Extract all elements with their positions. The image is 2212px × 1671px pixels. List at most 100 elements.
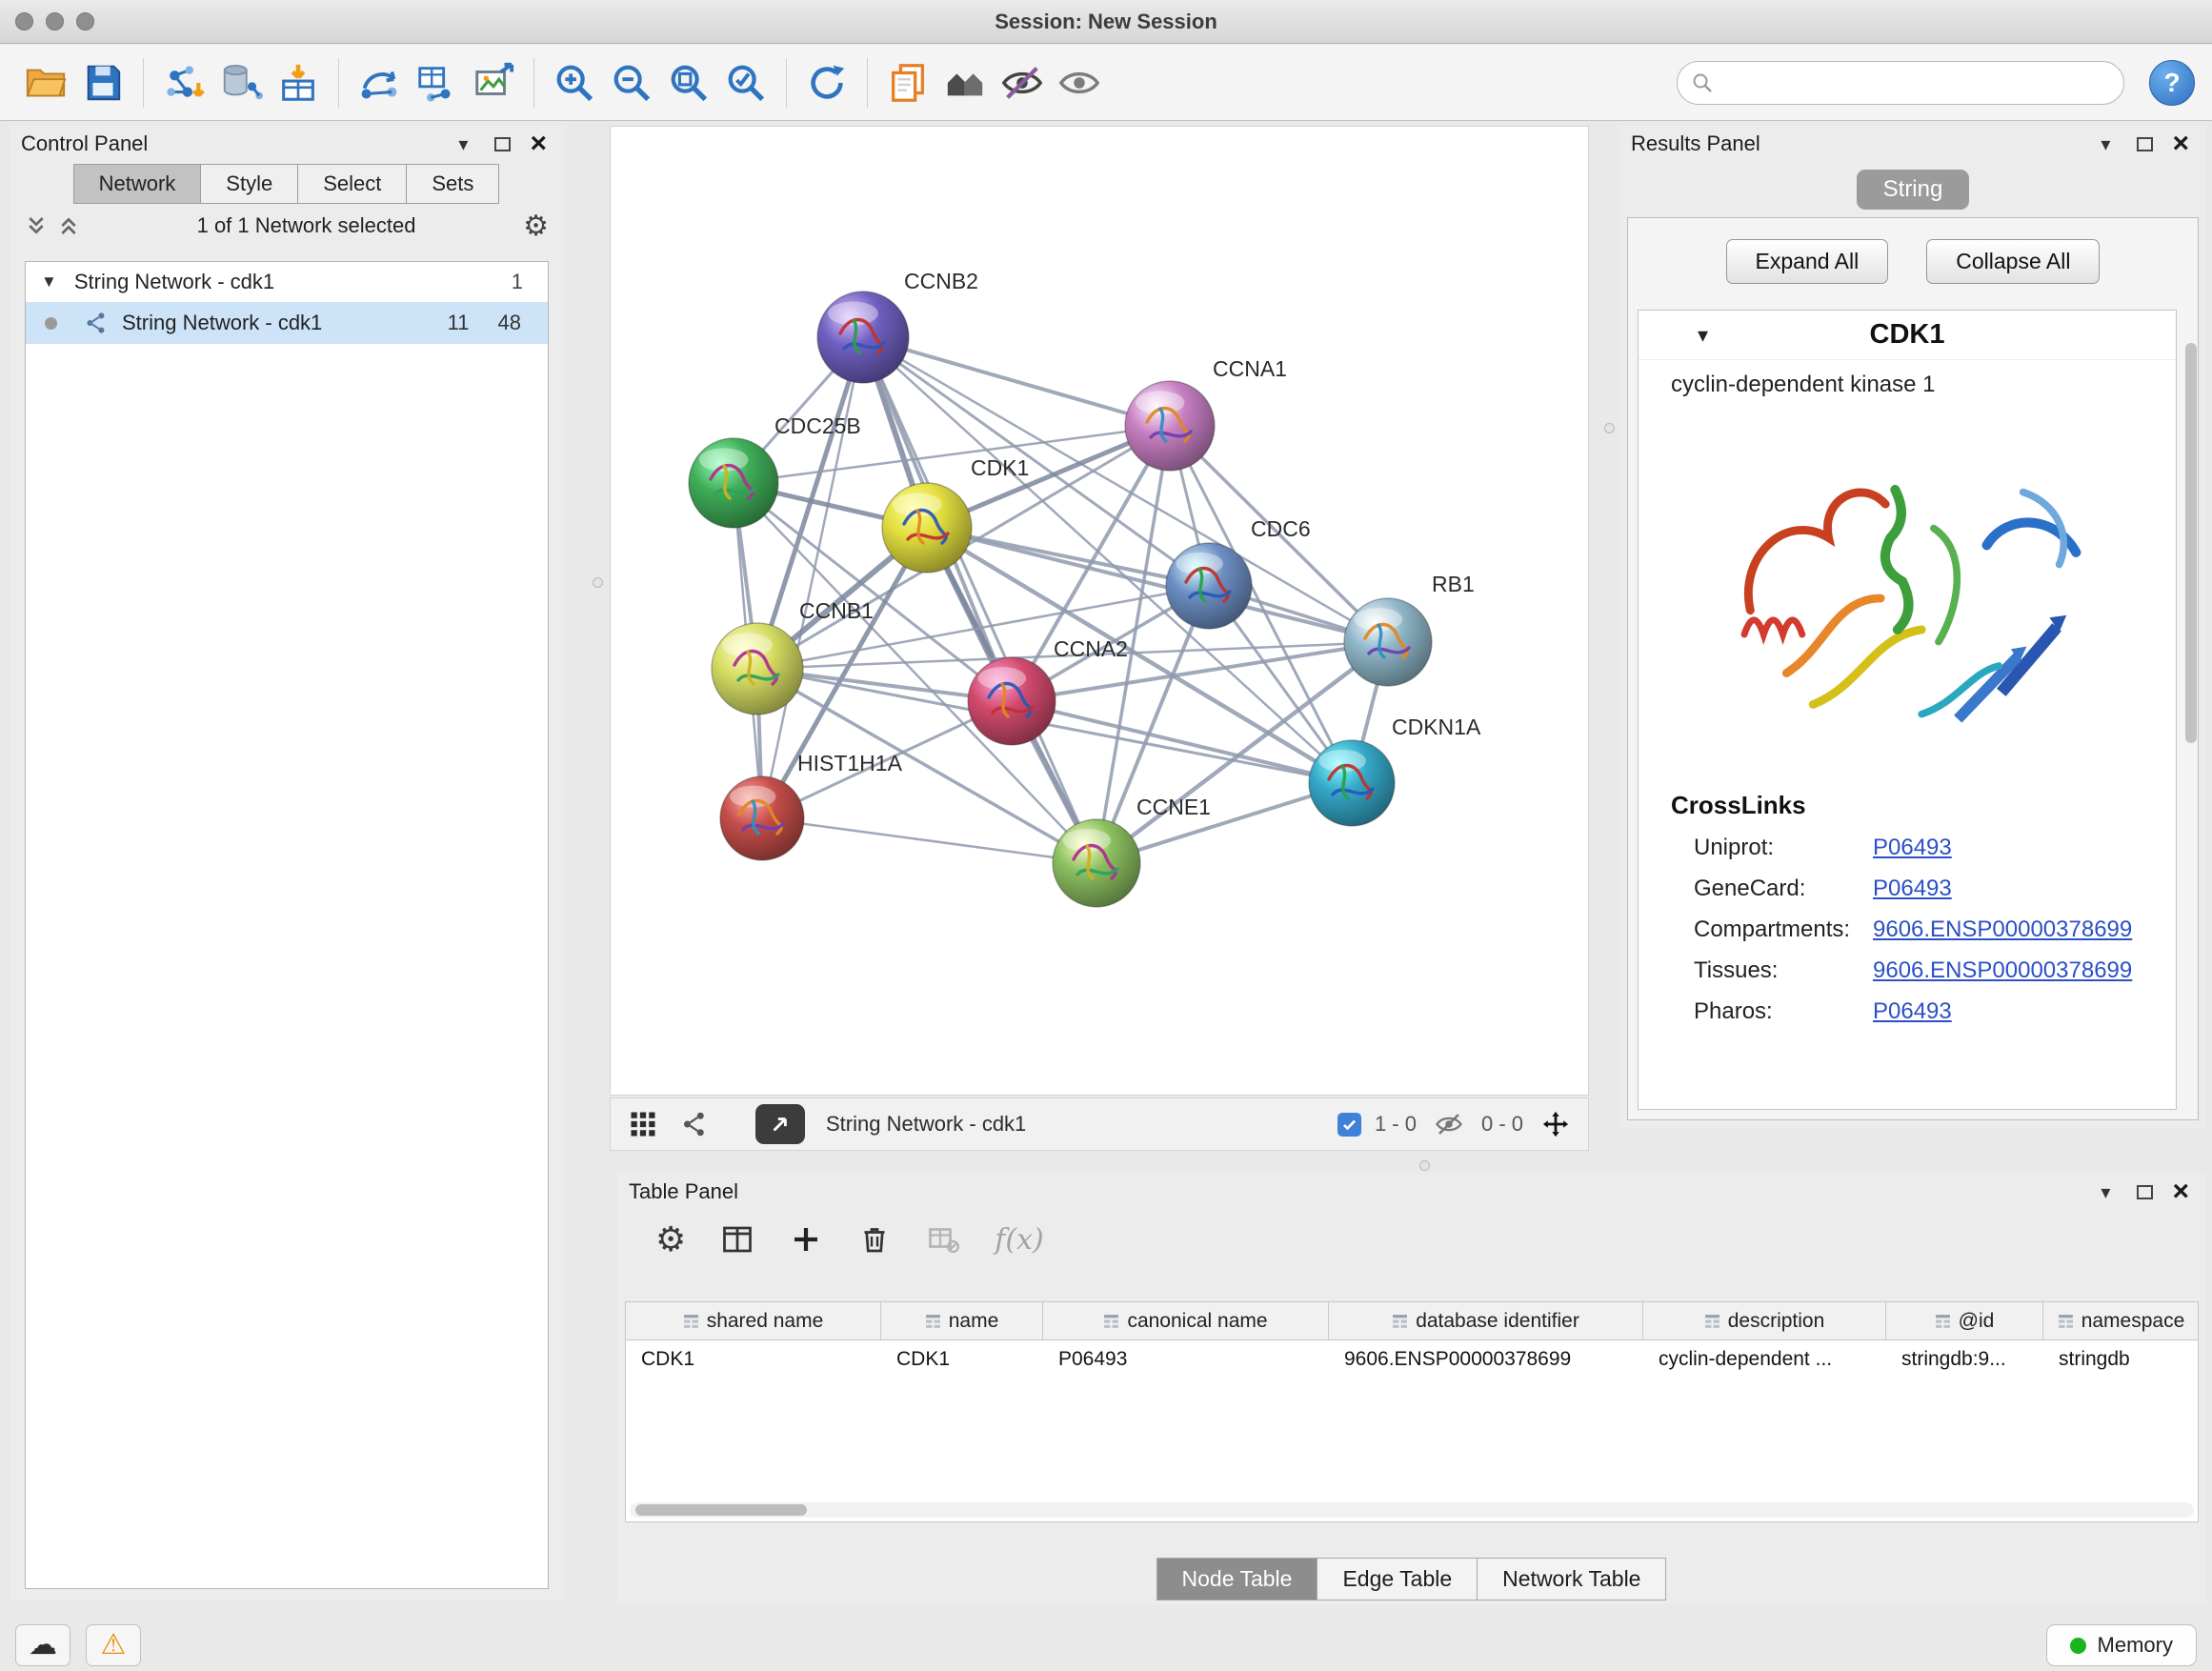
table-cell[interactable]: CDK1 bbox=[881, 1340, 1043, 1379]
panel-close-icon[interactable]: × bbox=[2172, 134, 2189, 153]
collapse-all-icon[interactable] bbox=[25, 214, 48, 237]
zoom-fit-button[interactable] bbox=[660, 54, 717, 111]
export-image-button[interactable] bbox=[465, 54, 522, 111]
import-table-file-button[interactable] bbox=[270, 54, 327, 111]
add-column-icon[interactable] bbox=[789, 1222, 823, 1257]
table-cell[interactable]: stringdb:9... bbox=[1886, 1340, 2043, 1379]
table-cell[interactable]: stringdb bbox=[2043, 1340, 2199, 1379]
network-node-HIST1H1A[interactable]: HIST1H1A bbox=[720, 751, 903, 860]
expand-all-icon[interactable] bbox=[57, 214, 80, 237]
selected-checkbox-icon[interactable] bbox=[1337, 1113, 1361, 1137]
grid-view-icon[interactable] bbox=[624, 1105, 662, 1143]
panel-float-icon[interactable] bbox=[494, 137, 511, 151]
gene-section-header[interactable]: ▾ CDK1 bbox=[1639, 311, 2176, 360]
column-header-name[interactable]: name bbox=[881, 1302, 1043, 1339]
gear-icon[interactable]: ⚙ bbox=[523, 210, 549, 243]
crosslink-link[interactable]: 9606.ENSP00000378699 bbox=[1873, 916, 2132, 943]
open-in-browser-button[interactable] bbox=[755, 1104, 805, 1144]
panel-close-icon[interactable]: × bbox=[530, 134, 547, 153]
panel-close-icon[interactable]: × bbox=[2172, 1182, 2189, 1201]
import-network-database-button[interactable] bbox=[212, 54, 270, 111]
panel-float-icon[interactable] bbox=[2137, 137, 2153, 151]
crosslink-link[interactable]: P06493 bbox=[1873, 835, 1952, 861]
zoom-in-icon bbox=[553, 61, 596, 105]
column-header-database-identifier[interactable]: database identifier bbox=[1329, 1302, 1643, 1339]
table-settings-gear-icon[interactable]: ⚙ bbox=[655, 1219, 686, 1259]
string-tab-badge[interactable]: String bbox=[1857, 170, 1970, 210]
warnings-button[interactable]: ⚠ bbox=[86, 1624, 141, 1666]
results-vertical-scrollbar[interactable] bbox=[2185, 343, 2197, 556]
copy-button[interactable] bbox=[879, 54, 936, 111]
network-node-CCNE1[interactable]: CCNE1 bbox=[1053, 795, 1211, 907]
column-header-shared-name[interactable]: shared name bbox=[626, 1302, 881, 1339]
table-cell[interactable]: cyclin-dependent ... bbox=[1643, 1340, 1886, 1379]
collapse-all-button[interactable]: Collapse All bbox=[1926, 239, 2100, 284]
help-button[interactable]: ? bbox=[2149, 60, 2195, 106]
network-from-selection-button[interactable] bbox=[351, 54, 408, 111]
network-edge-CCNB2-CCNE1[interactable] bbox=[863, 337, 1096, 863]
tab-select[interactable]: Select bbox=[297, 164, 407, 204]
expand-all-button[interactable]: Expand All bbox=[1726, 239, 1889, 284]
network-edge-HIST1H1A-CCNE1[interactable] bbox=[762, 818, 1096, 863]
tab-node-table[interactable]: Node Table bbox=[1156, 1558, 1318, 1601]
scrollbar-thumb[interactable] bbox=[2185, 343, 2197, 743]
open-session-button[interactable] bbox=[17, 54, 74, 111]
table-horizontal-scrollbar[interactable] bbox=[630, 1502, 2194, 1518]
pan-move-icon[interactable] bbox=[1537, 1105, 1575, 1143]
network-node-CCNB1[interactable]: CCNB1 bbox=[712, 598, 874, 715]
tab-style[interactable]: Style bbox=[200, 164, 298, 204]
panel-collapse-icon[interactable]: ▾ bbox=[2101, 132, 2110, 156]
crosslink-link[interactable]: P06493 bbox=[1873, 876, 1952, 902]
network-node-CDKN1A[interactable]: CDKN1A bbox=[1309, 715, 1481, 826]
network-collection-row[interactable]: ▼ String Network - cdk1 1 bbox=[26, 262, 548, 302]
delete-column-trash-icon[interactable] bbox=[857, 1222, 892, 1257]
memory-button[interactable]: Memory bbox=[2046, 1624, 2197, 1666]
column-header-description[interactable]: description bbox=[1643, 1302, 1886, 1339]
crosslink-link[interactable]: 9606.ENSP00000378699 bbox=[1873, 957, 2132, 984]
column-header-namespace[interactable]: namespace bbox=[2043, 1302, 2199, 1339]
import-network-file-button[interactable] bbox=[155, 54, 212, 111]
zoom-out-button[interactable] bbox=[603, 54, 660, 111]
network-node-RB1[interactable]: RB1 bbox=[1344, 572, 1475, 686]
network-node-CDK1[interactable]: CDK1 bbox=[882, 455, 1029, 573]
tab-sets[interactable]: Sets bbox=[406, 164, 499, 204]
network-view-canvas[interactable]: CCNB2CCNA1CDC25BCDK1CDC6RB1CCNB1CCNA2CDK… bbox=[610, 126, 1589, 1096]
show-columns-icon[interactable] bbox=[720, 1222, 754, 1257]
save-session-button[interactable] bbox=[74, 54, 131, 111]
tab-network-table[interactable]: Network Table bbox=[1477, 1558, 1666, 1601]
tree-expand-icon[interactable]: ▼ bbox=[41, 272, 57, 292]
network-node-CCNA1[interactable]: CCNA1 bbox=[1125, 356, 1287, 471]
tab-edge-table[interactable]: Edge Table bbox=[1317, 1558, 1478, 1601]
panel-collapse-icon[interactable]: ▾ bbox=[458, 132, 468, 156]
hidden-eye-slash-icon bbox=[1430, 1105, 1468, 1143]
panel-float-icon[interactable] bbox=[2137, 1185, 2153, 1199]
application-window: Session: New Session bbox=[0, 0, 2212, 1671]
search-input[interactable] bbox=[1723, 71, 2110, 94]
crosslink-link[interactable]: P06493 bbox=[1873, 998, 1952, 1025]
zoom-selected-button[interactable] bbox=[717, 54, 774, 111]
network-node-CCNB2[interactable]: CCNB2 bbox=[817, 269, 978, 383]
hide-selected-button[interactable] bbox=[994, 54, 1051, 111]
table-row[interactable]: CDK1CDK1P064939606.ENSP00000378699cyclin… bbox=[626, 1340, 2198, 1379]
panel-collapse-icon[interactable]: ▾ bbox=[2101, 1180, 2110, 1204]
table-cell[interactable]: CDK1 bbox=[626, 1340, 881, 1379]
first-neighbors-button[interactable] bbox=[936, 54, 994, 111]
network-edge-CCNB2-HIST1H1A[interactable] bbox=[762, 337, 863, 818]
scrollbar-thumb[interactable] bbox=[635, 1504, 807, 1516]
network-edge-CCNB2-CCNA1[interactable] bbox=[863, 337, 1170, 426]
tab-network[interactable]: Network bbox=[73, 164, 202, 204]
column-header-canonical-name[interactable]: canonical name bbox=[1043, 1302, 1329, 1339]
table-cell[interactable]: 9606.ENSP00000378699 bbox=[1329, 1340, 1643, 1379]
share-view-icon[interactable] bbox=[675, 1105, 714, 1143]
new-network-table-button[interactable] bbox=[408, 54, 465, 111]
zoom-in-button[interactable] bbox=[546, 54, 603, 111]
show-all-button[interactable] bbox=[1051, 54, 1108, 111]
column-header-@id[interactable]: @id bbox=[1886, 1302, 2043, 1339]
network-row-selected[interactable]: String Network - cdk1 11 48 bbox=[26, 302, 548, 344]
splitter-handle-right[interactable] bbox=[1604, 423, 1615, 433]
splitter-handle-left[interactable] bbox=[593, 577, 603, 588]
splitter-handle-bottom[interactable] bbox=[1419, 1160, 1430, 1171]
refresh-button[interactable] bbox=[798, 54, 855, 111]
cloud-button[interactable]: ☁ bbox=[15, 1624, 70, 1666]
table-cell[interactable]: P06493 bbox=[1043, 1340, 1329, 1379]
